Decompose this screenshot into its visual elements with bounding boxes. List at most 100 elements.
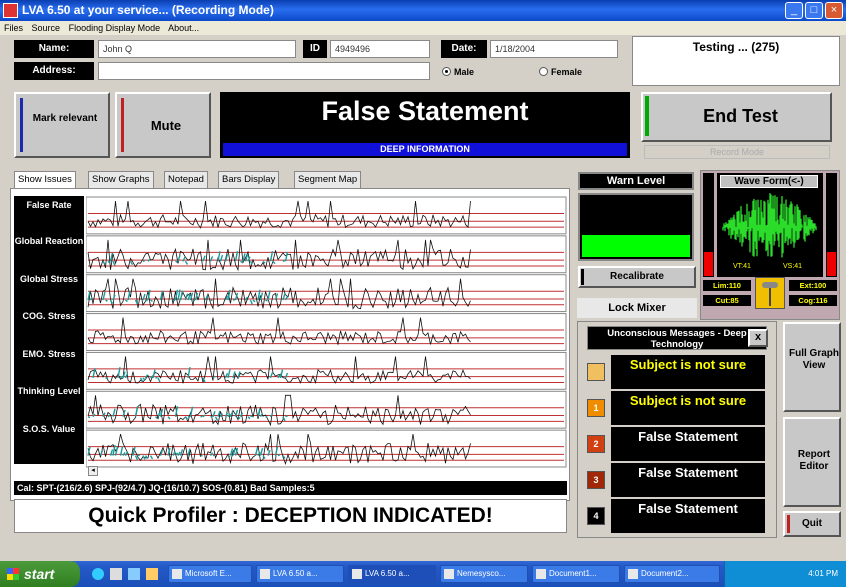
result-subtitle: DEEP INFORMATION xyxy=(223,143,627,156)
message-level-icon: 2 xyxy=(587,435,605,453)
lim-readout: Lim:110 xyxy=(703,280,751,291)
task-label: LVA 6.50 a... xyxy=(365,569,410,578)
blue-indicator xyxy=(20,98,23,152)
date-field[interactable]: 1/18/2004 xyxy=(490,40,618,58)
warn-level-fill xyxy=(582,235,690,257)
minimize-button[interactable]: _ xyxy=(785,2,803,19)
radio-selected-icon xyxy=(442,67,451,76)
id-label: ID xyxy=(303,40,327,58)
taskbar-task-4[interactable]: Nemesysco... xyxy=(440,565,528,583)
start-label: start xyxy=(24,566,55,582)
row-label-false-rate: False Rate xyxy=(26,200,72,210)
tab-bars-display[interactable]: Bars Display xyxy=(218,171,280,188)
graph-row-frame xyxy=(86,313,567,351)
message-item: False Statement xyxy=(611,427,765,461)
task-icon xyxy=(352,569,362,579)
mark-relevant-button[interactable]: Mark relevant xyxy=(14,92,110,158)
tab-show-graphs[interactable]: Show Graphs xyxy=(88,171,154,188)
mark-relevant-label: Mark relevant xyxy=(32,113,98,124)
row-label-sos-value: S.O.S. Value xyxy=(22,424,76,434)
id-field[interactable]: 4949496 xyxy=(330,40,430,58)
result-headline: False Statement xyxy=(321,96,529,126)
windows-logo-icon xyxy=(7,568,19,580)
system-tray: 4:01 PM xyxy=(724,561,846,587)
task-label: Microsoft E... xyxy=(185,569,232,578)
graph-trace xyxy=(87,278,471,310)
message-item: False Statement xyxy=(611,499,765,533)
quit-button[interactable]: Quit xyxy=(783,511,841,537)
name-field[interactable]: John Q xyxy=(98,40,296,58)
testing-status: Testing ... (275) xyxy=(632,36,840,86)
cut-readout: Cut:85 xyxy=(703,295,751,306)
message-item: False Statement xyxy=(611,463,765,497)
menu-about[interactable]: About... xyxy=(168,23,199,33)
lock-mixer-button[interactable]: Lock Mixer xyxy=(577,298,697,318)
graph-trace xyxy=(87,239,471,272)
radio-icon xyxy=(539,67,548,76)
messages-close-button[interactable]: x xyxy=(748,329,768,347)
record-mode-button[interactable]: Record Mode xyxy=(644,145,830,159)
graph-row-frame xyxy=(86,196,567,235)
full-graph-view-button[interactable]: Full Graph View xyxy=(783,322,841,412)
address-field[interactable] xyxy=(98,62,430,80)
tab-segment-map[interactable]: Segment Map xyxy=(294,171,362,188)
mixer-lock-icon[interactable] xyxy=(755,277,785,309)
media-icon[interactable] xyxy=(146,568,158,580)
app-icon xyxy=(3,3,18,18)
messages-list: Subject is not sure 1 Subject is not sure 2… xyxy=(587,355,767,535)
ie-icon[interactable] xyxy=(92,568,104,580)
graph-scroll-left-button[interactable]: ◂ xyxy=(88,466,98,476)
explorer-icon[interactable] xyxy=(128,568,140,580)
taskbar-task-5[interactable]: Document1... xyxy=(532,565,620,583)
desktop-icon[interactable] xyxy=(110,568,122,580)
row-label-global-stress: Global Stress xyxy=(19,274,79,284)
date-label: Date: xyxy=(441,40,487,58)
cog-readout: Cog:116 xyxy=(789,295,837,306)
quick-launch xyxy=(90,565,162,583)
taskbar-task-1[interactable]: Microsoft E... xyxy=(168,565,252,583)
taskbar-task-3[interactable]: LVA 6.50 a... xyxy=(348,565,436,583)
graph-row-frame xyxy=(86,390,567,429)
name-label: Name: xyxy=(14,40,94,58)
vs-readout: VS:41 xyxy=(783,263,803,270)
end-test-button[interactable]: End Test xyxy=(641,92,832,142)
ext-readout: Ext:100 xyxy=(789,280,837,291)
recalibrate-indicator xyxy=(581,269,584,285)
graph-row-frame xyxy=(86,429,567,468)
menu-flooding-display-mode[interactable]: Flooding Display Mode xyxy=(69,23,161,33)
menu-bar: Files Source Flooding Display Mode About… xyxy=(0,21,846,35)
graph-readout: Cal: SPT-(216/2.6) SPJ-(92/4.7) JQ-(16/1… xyxy=(14,481,567,495)
left-level-fill xyxy=(704,252,713,276)
maximize-button[interactable]: □ xyxy=(805,2,823,19)
row-label-emo-stress: EMO. Stress xyxy=(22,349,76,359)
task-label: LVA 6.50 a... xyxy=(273,569,318,578)
waveform-display: Wave Form(<-) VT:41 VS:41 xyxy=(717,173,823,277)
task-label: Nemesysco... xyxy=(457,569,506,578)
menu-source[interactable]: Source xyxy=(32,23,61,33)
taskbar-task-2[interactable]: LVA 6.50 a... xyxy=(256,565,344,583)
right-level-meter xyxy=(826,173,837,277)
graph-trace xyxy=(87,200,471,229)
warn-level-meter xyxy=(578,193,694,261)
tab-notepad[interactable]: Notepad xyxy=(164,171,208,188)
menu-files[interactable]: Files xyxy=(4,23,23,33)
tab-show-issues[interactable]: Show Issues xyxy=(14,171,76,189)
message-item: Subject is not sure xyxy=(611,391,765,425)
graph-trace xyxy=(87,356,471,385)
taskbar-task-6[interactable]: Document2... xyxy=(624,565,720,583)
close-button[interactable]: × xyxy=(825,2,843,19)
left-level-meter xyxy=(703,173,714,277)
waveform-trace xyxy=(722,193,817,258)
gender-male-radio[interactable]: Male xyxy=(442,65,474,79)
report-editor-button[interactable]: Report Editor xyxy=(783,417,841,507)
mute-button[interactable]: Mute xyxy=(115,92,211,158)
row-label-cog-stress: COG. Stress xyxy=(22,311,76,321)
window-title: LVA 6.50 at your service... (Recording M… xyxy=(22,3,274,17)
waveform-label: Wave Form(<-) xyxy=(720,175,818,188)
start-button[interactable]: start xyxy=(0,561,80,587)
recalibrate-button[interactable]: Recalibrate xyxy=(578,266,696,288)
end-test-label: End Test xyxy=(703,106,778,126)
message-level-icon: 4 xyxy=(587,507,605,525)
gender-female-radio[interactable]: Female xyxy=(539,65,582,79)
graph-trace xyxy=(87,394,471,427)
